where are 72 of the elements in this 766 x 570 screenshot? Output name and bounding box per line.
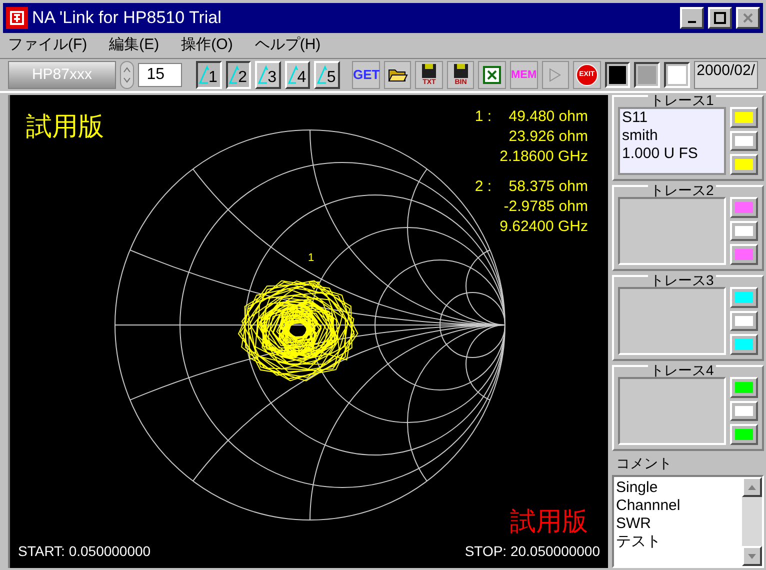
scrollbar[interactable] xyxy=(742,477,762,566)
menu-item[interactable]: 操作(O) xyxy=(181,34,233,57)
marker-reading: 58.375 ohm xyxy=(508,177,588,197)
trace-toggle-button[interactable]: 2 xyxy=(226,61,252,89)
trace-info-text: S11 xyxy=(622,109,649,127)
trace-color-swatch[interactable] xyxy=(735,292,753,303)
color-swatch[interactable] xyxy=(608,66,626,84)
app-icon xyxy=(6,7,28,29)
comment-text: Single xyxy=(616,479,659,497)
close-icon xyxy=(741,11,755,25)
play-button[interactable] xyxy=(542,61,570,89)
marker-index: 1 : xyxy=(474,107,492,127)
trace-title: トレース3 xyxy=(648,273,716,287)
minimize-icon xyxy=(688,21,696,23)
trace-toggle-button[interactable]: 1 xyxy=(196,61,222,89)
trace-color-swatch[interactable] xyxy=(735,339,753,350)
scroll-up-icon[interactable] xyxy=(742,477,762,497)
date-label: 2000/02/ xyxy=(694,61,758,89)
trace-info-text: 1.000 U FS xyxy=(622,145,699,163)
spinner-arrows-icon xyxy=(122,65,131,85)
menu-item[interactable]: ヘルプ(H) xyxy=(254,34,321,57)
maximize-button[interactable] xyxy=(708,7,732,29)
trace-title: トレース2 xyxy=(648,183,716,197)
comment-text: SWR xyxy=(616,515,652,533)
comment-box[interactable]: Single Channnel SWR テスト xyxy=(612,475,764,568)
trace-toggle-button[interactable]: 5 xyxy=(314,61,340,89)
trace-color-swatch[interactable] xyxy=(735,202,753,213)
trace-title: トレース4 xyxy=(648,363,716,377)
trace-color-swatch[interactable] xyxy=(735,406,753,416)
trace-color-swatch[interactable] xyxy=(735,316,753,326)
comment-text: Channnel xyxy=(616,497,682,515)
folder-icon xyxy=(388,67,408,83)
menu-item[interactable]: ファイル(F) xyxy=(8,34,88,57)
menu-item[interactable]: 編集(E) xyxy=(109,34,160,57)
trace-toggle-button[interactable]: 3 xyxy=(255,61,281,89)
trace-toggle-button[interactable]: 4 xyxy=(284,61,310,89)
close-button[interactable] xyxy=(736,7,760,29)
trace-color-swatch[interactable] xyxy=(735,136,753,146)
trace-color-swatch[interactable] xyxy=(735,429,753,440)
color-swatch[interactable] xyxy=(638,66,656,84)
trace-title: トレース1 xyxy=(648,93,716,107)
marker-index: 2 : xyxy=(474,177,492,197)
trace-color-swatch[interactable] xyxy=(735,226,753,236)
trace-info-text: smith xyxy=(622,127,659,145)
window-title: NA 'Link for HP8510 Trial xyxy=(32,7,222,30)
comment-text: テスト xyxy=(616,533,662,551)
open-folder-button[interactable] xyxy=(384,61,412,89)
stop-frequency: STOP: 20.050000000 xyxy=(464,542,600,561)
spinner-control[interactable] xyxy=(120,61,134,89)
comment-label: コメント xyxy=(615,455,673,471)
maximize-icon xyxy=(713,11,727,25)
color-swatch[interactable] xyxy=(668,66,686,84)
marker-reading: -2.9785 ohm xyxy=(504,197,588,217)
get-button[interactable]: GET xyxy=(352,61,380,89)
marker-reading: 23.926 ohm xyxy=(508,127,588,147)
trace-color-swatch[interactable] xyxy=(735,382,753,393)
trace-color-swatch[interactable] xyxy=(735,112,753,123)
marker-reading: 49.480 ohm xyxy=(508,107,588,127)
trial-watermark: 試用版 xyxy=(26,110,104,143)
minimize-button[interactable] xyxy=(680,7,704,29)
marker-reading: 2.18600 GHz xyxy=(500,147,588,167)
trial-watermark: 試用版 xyxy=(510,505,588,538)
trace-color-swatch[interactable] xyxy=(735,249,753,260)
spreadsheet-icon xyxy=(483,66,502,84)
spreadsheet-button[interactable] xyxy=(478,61,506,89)
play-icon xyxy=(548,67,562,83)
marker-reading: 9.62400 GHz xyxy=(500,217,588,237)
trace-color-swatch[interactable] xyxy=(735,159,753,170)
scroll-down-icon[interactable] xyxy=(742,546,762,566)
start-frequency: START: 0.050000000 xyxy=(18,542,151,561)
marker-label: 1 xyxy=(308,251,314,266)
count-field[interactable]: 15 xyxy=(138,63,182,87)
